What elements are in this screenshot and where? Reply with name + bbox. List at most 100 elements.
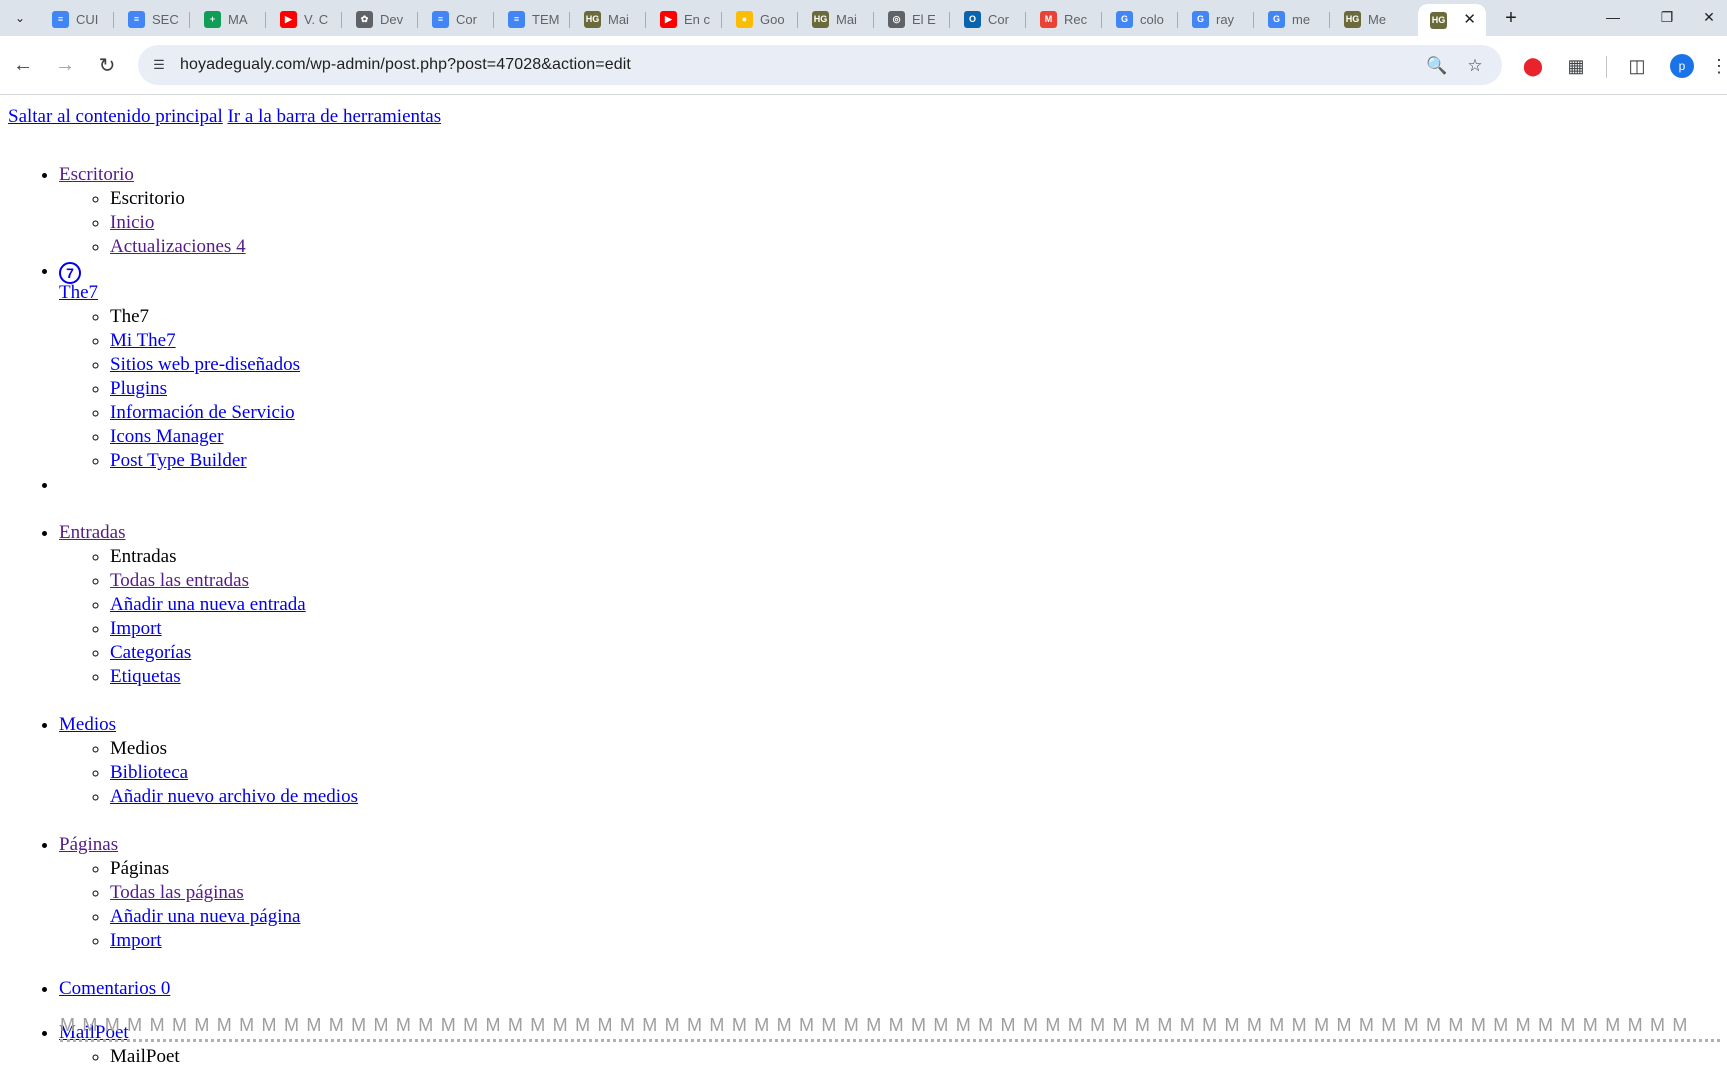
submenu-item: Añadir una nueva página — [110, 905, 358, 929]
submenu-link-inicio[interactable]: Inicio — [110, 212, 154, 233]
submenu-item: Todas las páginas — [110, 881, 358, 905]
submenu-link-nueva-pagina[interactable]: Añadir una nueva página — [110, 906, 300, 927]
submenu-escritorio: Escritorio Inicio Actualizaciones 4 — [59, 187, 358, 259]
close-tab-icon[interactable]: ✕ — [1463, 10, 1476, 28]
hg-icon: HG — [812, 10, 829, 28]
tab-separator — [113, 12, 114, 28]
browser-tab[interactable]: ≡ SEC — [116, 4, 182, 34]
back-arrow-icon[interactable]: ← — [8, 50, 38, 80]
admin-menu: Escritorio Escritorio Inicio Actualizaci… — [0, 139, 358, 1069]
docs-icon: ≡ — [128, 10, 145, 28]
submenu-link-sitios-web[interactable]: Sitios web pre-diseñados — [110, 354, 300, 375]
submenu-link-mi-the7[interactable]: Mi The7 — [110, 330, 176, 351]
browser-tab[interactable]: ≡ TEM — [496, 4, 562, 34]
menu-link-comentarios[interactable]: Comentarios 0 — [59, 978, 170, 999]
submenu-link-informacion-servicio[interactable]: Información de Servicio — [110, 402, 295, 423]
reload-icon[interactable]: ↻ — [92, 50, 122, 80]
menu-link-medios[interactable]: Medios — [59, 714, 116, 735]
chatgpt-icon: ✿ — [356, 10, 373, 28]
browser-tab[interactable]: O Cor — [952, 4, 1018, 34]
submenu-link-post-type-builder[interactable]: Post Type Builder — [110, 450, 247, 471]
more-menu-icon[interactable]: ⋮ — [1710, 53, 1727, 79]
menu-link-entradas[interactable]: Entradas — [59, 522, 125, 543]
menu-link-the7[interactable]: The7 — [59, 282, 98, 303]
site-settings-icon[interactable]: ☰ — [148, 54, 170, 76]
extensions-puzzle-icon[interactable]: ▦ — [1563, 53, 1589, 79]
adblock-extension-icon[interactable]: ⬤ — [1520, 53, 1546, 79]
submenu-link-categorias[interactable]: Categorías — [110, 642, 191, 663]
hg-icon: HG — [1344, 10, 1361, 28]
submenu-item: Plugins — [110, 377, 358, 401]
browser-tab[interactable]: Gme — [1256, 4, 1322, 34]
zoom-icon[interactable]: 🔍 — [1425, 54, 1449, 78]
skip-to-content-link[interactable]: Saltar al contenido principal — [8, 106, 223, 127]
browser-tab[interactable]: Gcolo — [1104, 4, 1170, 34]
docs-icon: ≡ — [52, 10, 69, 28]
tab-search-chevron-icon[interactable]: ⌄ — [8, 6, 32, 30]
tab-title: El E — [912, 11, 936, 27]
submenu-link-icons-manager[interactable]: Icons Manager — [110, 426, 223, 447]
tab-title: Mai — [608, 11, 629, 27]
menu-icon-escritorio — [59, 139, 358, 163]
browser-tab[interactable]: ≡ Cor — [420, 4, 486, 34]
gmail-icon: M — [1040, 10, 1057, 28]
browser-tab[interactable]: ≡ CUI — [40, 4, 106, 34]
minimize-window-button[interactable]: — — [1590, 0, 1636, 34]
close-window-button[interactable]: ✕ — [1691, 0, 1727, 34]
youtube-icon: ▶ — [660, 10, 677, 28]
restore-window-button[interactable]: ❐ — [1644, 0, 1690, 34]
submenu-mailpoet: MailPoet — [59, 1045, 358, 1069]
submenu-link-nueva-entrada[interactable]: Añadir una nueva entrada — [110, 594, 306, 615]
browser-tab[interactable]: ▶ En c — [648, 4, 714, 34]
bookmark-star-icon[interactable]: ☆ — [1463, 54, 1487, 78]
browser-tab[interactable]: M Rec — [1028, 4, 1094, 34]
browser-tab[interactable]: Gray — [1180, 4, 1246, 34]
submenu-link-biblioteca[interactable]: Biblioteca — [110, 762, 188, 783]
submenu-heading: Medios — [110, 737, 358, 761]
browser-tab[interactable]: HG Me — [1332, 4, 1398, 34]
browser-tab[interactable]: ▶ V. C — [268, 4, 334, 34]
tab-separator — [569, 12, 570, 28]
google-icon: G — [1116, 10, 1133, 28]
skip-to-toolbar-link[interactable]: Ir a la barra de herramientas — [227, 106, 441, 127]
browser-tab[interactable]: HG Mai — [800, 4, 866, 34]
tab-separator — [1025, 12, 1026, 28]
tab-title: V. C — [304, 11, 329, 27]
submenu-item: Información de Servicio — [110, 401, 358, 425]
side-panel-icon[interactable]: ◫ — [1624, 53, 1650, 79]
menu-link-escritorio[interactable]: Escritorio — [59, 164, 134, 185]
browser-tab[interactable]: ● Goo — [724, 4, 790, 34]
address-bar[interactable]: ☰ hoyadegualy.com/wp-admin/post.php?post… — [138, 45, 1502, 85]
submenu-link-import-entradas[interactable]: Import — [110, 618, 162, 639]
docs-icon: ≡ — [432, 10, 449, 28]
submenu-heading: Entradas — [110, 545, 358, 569]
submenu-item: Icons Manager — [110, 425, 358, 449]
profile-avatar[interactable]: p — [1670, 54, 1694, 78]
youtube-icon: ▶ — [280, 10, 297, 28]
browser-tab[interactable]: ✿ Dev — [344, 4, 410, 34]
menu-icon-paginas — [59, 809, 358, 833]
menu-separator-space — [59, 473, 358, 497]
browser-tab[interactable]: ◎ El E — [876, 4, 942, 34]
google-icon: G — [1192, 10, 1209, 28]
submenu-link-import-paginas[interactable]: Import — [110, 930, 162, 951]
new-tab-button[interactable]: + — [1498, 5, 1524, 31]
submenu-link-actualizaciones[interactable]: Actualizaciones 4 — [110, 236, 246, 257]
tab-active[interactable]: HG ✕ — [1418, 4, 1486, 36]
submenu-link-etiquetas[interactable]: Etiquetas — [110, 666, 181, 687]
menu-item-comentarios: Comentarios 0 — [59, 953, 358, 1001]
submenu-link-todas-paginas[interactable]: Todas las páginas — [110, 882, 244, 903]
google-icon: G — [1268, 10, 1285, 28]
menu-link-paginas[interactable]: Páginas — [59, 834, 118, 855]
submenu-link-nuevo-medio[interactable]: Añadir nuevo archivo de medios — [110, 786, 358, 807]
submenu-link-todas-entradas[interactable]: Todas las entradas — [110, 570, 249, 591]
menu-item-medios: Medios Medios Biblioteca Añadir nuevo ar… — [59, 689, 358, 809]
submenu-link-plugins[interactable]: Plugins — [110, 378, 167, 399]
browser-tab[interactable]: HG Mai — [572, 4, 638, 34]
browser-tab[interactable]: + MA — [192, 4, 258, 34]
url-text[interactable]: hoyadegualy.com/wp-admin/post.php?post=4… — [180, 56, 631, 74]
tab-separator — [417, 12, 418, 28]
forward-arrow-icon[interactable]: → — [50, 50, 80, 80]
tab-title: Me — [1368, 11, 1387, 27]
tab-separator — [949, 12, 950, 28]
